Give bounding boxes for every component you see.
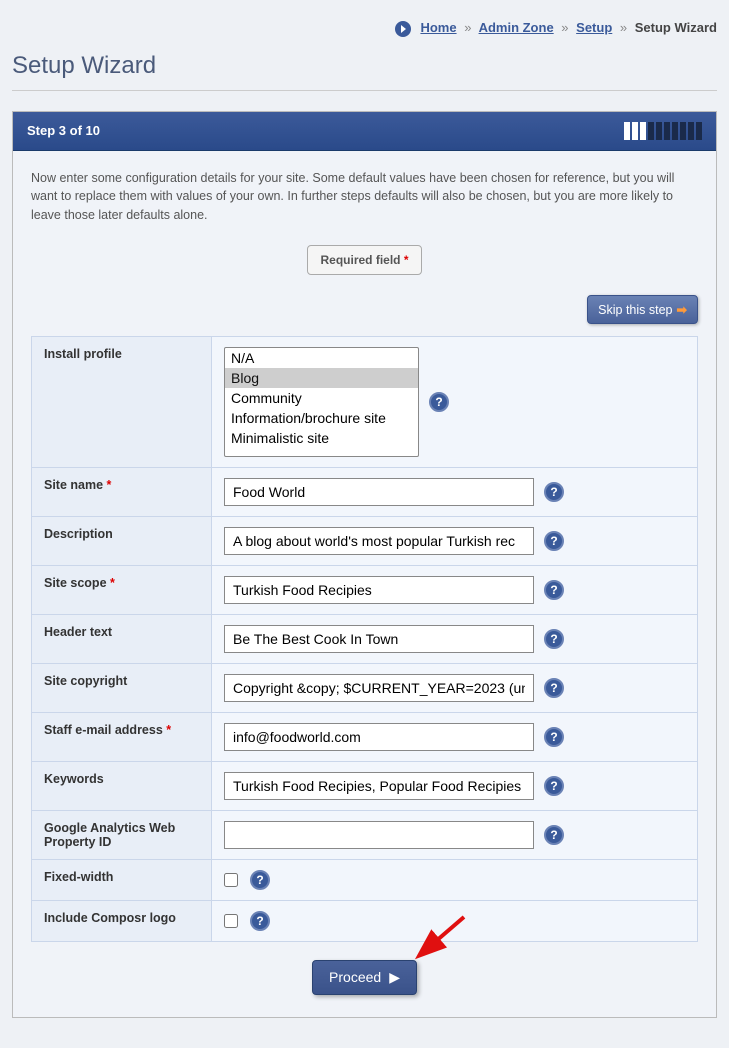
help-icon[interactable]: ? [544, 727, 564, 747]
label-keywords: Keywords [32, 761, 212, 810]
keywords-input[interactable] [224, 772, 534, 800]
site-scope-input[interactable] [224, 576, 534, 604]
breadcrumb-current: Setup Wizard [635, 20, 717, 35]
label-staff-email: Staff e-mail address * [32, 712, 212, 761]
staff-email-input[interactable] [224, 723, 534, 751]
required-field-badge: Required field * [307, 245, 421, 275]
help-icon[interactable]: ? [429, 392, 449, 412]
breadcrumb-setup[interactable]: Setup [576, 20, 612, 35]
help-icon[interactable]: ? [544, 531, 564, 551]
label-include-logo: Include Composr logo [32, 900, 212, 941]
skip-step-button[interactable]: Skip this step➡ [587, 295, 698, 324]
breadcrumb-admin-zone[interactable]: Admin Zone [479, 20, 554, 35]
help-icon[interactable]: ? [250, 911, 270, 931]
include-logo-checkbox[interactable] [224, 914, 238, 928]
breadcrumb-icon [395, 21, 411, 37]
help-icon[interactable]: ? [544, 580, 564, 600]
label-ga-id: Google Analytics Web Property ID [32, 810, 212, 859]
site-name-input[interactable] [224, 478, 534, 506]
description-input[interactable] [224, 527, 534, 555]
breadcrumb: Home » Admin Zone » Setup » Setup Wizard [12, 0, 717, 52]
ga-id-input[interactable] [224, 821, 534, 849]
config-form-table: Install profile N/A Blog Community Infor… [31, 336, 698, 942]
intro-text: Now enter some configuration details for… [31, 169, 698, 225]
wizard-panel: Step 3 of 10 Now enter some configuratio… [12, 111, 717, 1018]
step-label: Step 3 of 10 [27, 123, 100, 138]
help-icon[interactable]: ? [544, 629, 564, 649]
page-title: Setup Wizard [12, 52, 717, 91]
progress-indicator [624, 122, 702, 140]
site-copyright-input[interactable] [224, 674, 534, 702]
wizard-header: Step 3 of 10 [13, 112, 716, 151]
install-profile-select[interactable]: N/A Blog Community Information/brochure … [224, 347, 419, 457]
proceed-button[interactable]: Proceed▶ [312, 960, 417, 995]
label-description: Description [32, 516, 212, 565]
label-site-scope: Site scope * [32, 565, 212, 614]
label-header-text: Header text [32, 614, 212, 663]
help-icon[interactable]: ? [544, 678, 564, 698]
help-icon[interactable]: ? [250, 870, 270, 890]
help-icon[interactable]: ? [544, 825, 564, 845]
arrow-right-icon: ➡ [677, 303, 687, 317]
chevron-right-icon: ▶ [389, 969, 400, 986]
fixed-width-checkbox[interactable] [224, 873, 238, 887]
help-icon[interactable]: ? [544, 482, 564, 502]
label-site-copyright: Site copyright [32, 663, 212, 712]
label-fixed-width: Fixed-width [32, 859, 212, 900]
label-install-profile: Install profile [32, 336, 212, 467]
header-text-input[interactable] [224, 625, 534, 653]
breadcrumb-home[interactable]: Home [420, 20, 456, 35]
label-site-name: Site name * [32, 467, 212, 516]
help-icon[interactable]: ? [544, 776, 564, 796]
